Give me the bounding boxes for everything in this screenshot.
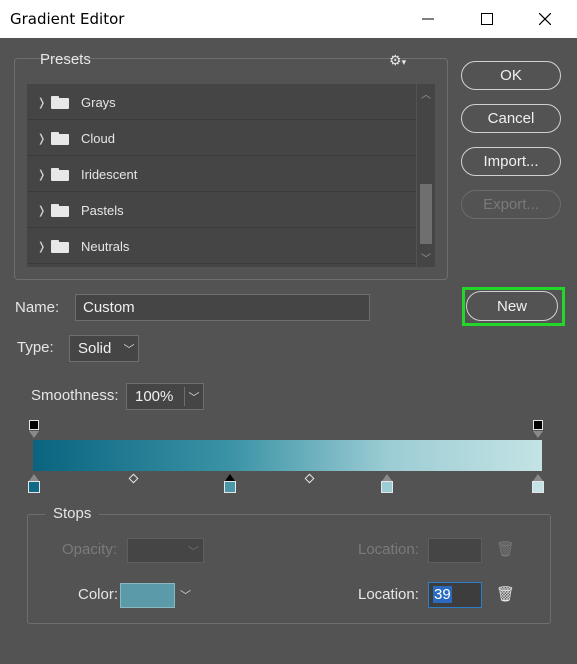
presets-label: Presets (40, 51, 91, 68)
minimize-icon (422, 18, 434, 20)
type-label: Type: (17, 339, 54, 356)
preset-folder-label: Iridescent (81, 166, 138, 182)
chevron-right-icon[interactable]: ❭ (27, 168, 47, 181)
maximize-button[interactable] (464, 0, 510, 38)
opacity-input[interactable]: ﹀ (127, 538, 204, 563)
stops-label: Stops (45, 505, 100, 522)
color-stop-100[interactable] (532, 481, 544, 493)
trash-icon[interactable]: 🗑 (496, 585, 515, 603)
opacity-location-input[interactable] (428, 538, 482, 563)
folder-icon (51, 95, 69, 109)
color-location-input[interactable]: 39 (428, 582, 482, 608)
preset-folder-grays[interactable]: ❭ Grays (27, 85, 416, 120)
opacity-stop-pointer (533, 431, 543, 438)
import-button[interactable]: Import... (461, 147, 561, 176)
color-location-value: 39 (433, 586, 452, 603)
title-bar: Gradient Editor (0, 0, 577, 38)
preset-folder-cloud[interactable]: ❭ Cloud (27, 121, 416, 156)
minimize-button[interactable] (405, 0, 451, 38)
smoothness-value: 100% (135, 388, 174, 405)
folder-icon (51, 167, 69, 181)
scrollbar-thumb[interactable] (420, 184, 432, 244)
export-button[interactable]: Export... (461, 190, 561, 219)
smoothness-select[interactable]: 100% ﹀ (126, 383, 204, 410)
new-button[interactable]: New (466, 291, 558, 321)
name-label: Name: (15, 299, 60, 316)
close-icon (539, 13, 551, 25)
color-stop-70[interactable] (381, 481, 393, 493)
maximize-icon (481, 13, 493, 25)
name-input[interactable] (75, 294, 370, 321)
window-title: Gradient Editor (10, 10, 125, 28)
gradient-bar[interactable] (33, 440, 542, 471)
chevron-right-icon[interactable]: ❭ (27, 96, 47, 109)
scroll-down-icon[interactable]: ﹀ (417, 250, 435, 265)
preset-folder-neutrals[interactable]: ❭ Neutrals (27, 229, 416, 264)
color-stop-39-selected[interactable] (224, 481, 236, 493)
type-select[interactable]: Solid ﹀ (69, 335, 139, 362)
color-stop-pointer (29, 474, 39, 481)
color-stop-pointer (382, 474, 392, 481)
color-location-label: Location: (358, 586, 419, 603)
ok-button[interactable]: OK (461, 61, 561, 90)
close-button[interactable] (522, 0, 568, 38)
preset-folder-iridescent[interactable]: ❭ Iridescent (27, 157, 416, 192)
type-value: Solid (78, 340, 112, 357)
color-stop-pointer (533, 474, 543, 481)
scroll-up-icon[interactable]: ︿ (417, 86, 435, 101)
chevron-down-icon: ﹀ (188, 546, 199, 558)
gear-icon[interactable]: ⚙▾ (389, 52, 406, 69)
trash-icon[interactable]: 🗑 (496, 540, 515, 558)
presets-scrollbar[interactable]: ︿ ﹀ (417, 84, 435, 267)
color-label: Color: (78, 586, 119, 603)
color-stop-pointer-selected (225, 474, 235, 481)
cancel-button[interactable]: Cancel (461, 104, 561, 133)
chevron-right-icon[interactable]: ❭ (27, 204, 47, 217)
preset-folder-label: Grays (81, 94, 116, 110)
smoothness-label: Smoothness: (31, 387, 119, 404)
midpoint-diamond[interactable] (304, 473, 315, 484)
preset-folder-pastels[interactable]: ❭ Pastels (27, 193, 416, 228)
opacity-stop-pointer (29, 431, 39, 438)
chevron-right-icon[interactable]: ❭ (27, 240, 47, 253)
folder-icon (51, 131, 69, 145)
folder-icon (51, 203, 69, 217)
opacity-label: Opacity: (62, 541, 118, 558)
chevron-right-icon[interactable]: ❭ (27, 132, 47, 145)
opacity-stop-left[interactable] (29, 420, 39, 430)
chevron-down-icon: ﹀ (123, 343, 135, 356)
folder-icon (51, 239, 69, 253)
preset-folder-label: Neutrals (81, 238, 130, 254)
color-stop-0[interactable] (28, 481, 40, 493)
presets-list: ❭ Grays ❭ Cloud ❭ Iridescent ❭ Pastels ❭… (27, 84, 416, 267)
opacity-location-label: Location: (358, 541, 419, 558)
chevron-down-icon: ﹀ (188, 391, 200, 404)
color-swatch[interactable] (120, 583, 175, 608)
chevron-down-icon[interactable]: ﹀ (180, 587, 191, 603)
preset-folder-label: Pastels (81, 202, 124, 218)
midpoint-diamond[interactable] (128, 473, 139, 484)
preset-folder-label: Cloud (81, 130, 115, 146)
opacity-stop-right[interactable] (533, 420, 543, 430)
